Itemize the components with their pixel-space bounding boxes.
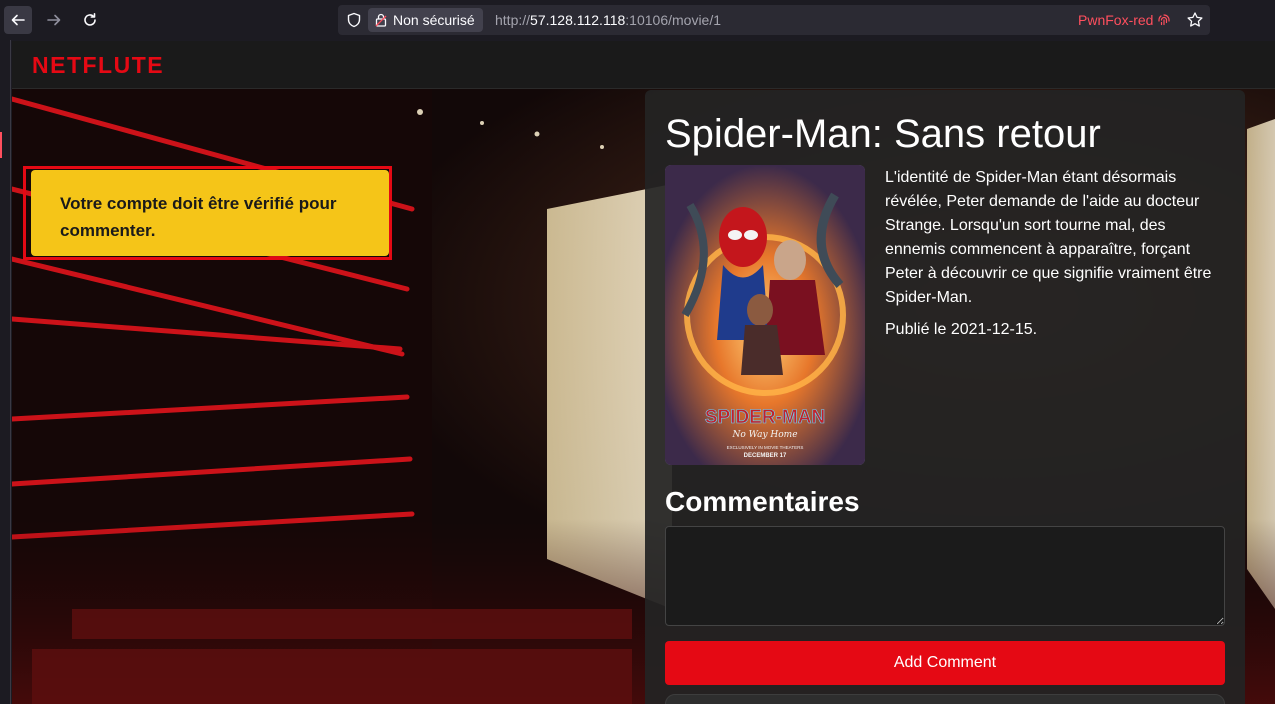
poster-tagline-text: EXCLUSIVELY IN MOVIE THEATERS: [727, 445, 804, 450]
url-host: 57.128.112.118: [530, 12, 626, 28]
sidebar-marker: [0, 132, 2, 158]
comments-heading: Commentaires: [665, 486, 860, 517]
publish-date: Publié le 2021-12-15.: [885, 321, 1038, 338]
comment-input[interactable]: [665, 526, 1225, 626]
movie-detail-panel: Spider-Man: Sans retour SPIDER-MAN No Wa…: [645, 90, 1245, 704]
fingerprint-icon: [1158, 14, 1171, 26]
arrow-left-icon: [11, 14, 25, 26]
url-bar[interactable]: Non sécurisé http://57.128.112.118:10106…: [338, 5, 1210, 35]
movie-poster: SPIDER-MAN No Way Home EXCLUSIVELY IN MO…: [665, 165, 865, 465]
page: NETFLUTE Votre compte doit être vérifié …: [12, 41, 1275, 704]
movie-title: Spider-Man: Sans retour: [665, 112, 1101, 156]
reload-icon: [84, 13, 96, 26]
poster-subtitle-text: No Way Home: [731, 430, 797, 440]
container-indicator[interactable]: PwnFox-red: [1078, 12, 1171, 28]
add-comment-button[interactable]: Add Comment: [665, 641, 1225, 685]
comment-list-item: [665, 694, 1225, 704]
browser-toolbar: Non sécurisé http://57.128.112.118:10106…: [0, 0, 1275, 40]
browser-sidebar-edge: [0, 40, 11, 704]
url-path: :10106/movie/1: [625, 12, 722, 28]
bookmark-star-icon[interactable]: [1186, 11, 1204, 29]
security-indicator[interactable]: Non sécurisé: [368, 8, 483, 32]
poster-title-text: SPIDER-MAN: [705, 407, 825, 428]
back-button[interactable]: [4, 6, 32, 34]
verification-alert: Votre compte doit être vérifié pour comm…: [31, 170, 389, 256]
movie-synopsis: L'identité de Spider-Man étant désormais…: [885, 169, 1212, 306]
url-text[interactable]: http://57.128.112.118:10106/movie/1: [495, 12, 721, 28]
reload-button[interactable]: [76, 6, 104, 34]
container-name: PwnFox-red: [1078, 12, 1154, 28]
security-label: Non sécurisé: [393, 12, 475, 28]
site-logo[interactable]: NETFLUTE: [32, 52, 164, 79]
site-header: NETFLUTE: [12, 41, 1275, 89]
arrow-right-icon: [47, 14, 61, 26]
poster-date-text: DECEMBER 17: [744, 453, 787, 459]
url-scheme: http://: [495, 12, 531, 28]
forward-button[interactable]: [40, 6, 68, 34]
alert-message: Votre compte doit être vérifié pour comm…: [60, 194, 337, 240]
shield-icon[interactable]: [346, 12, 362, 28]
broken-lock-icon: [375, 13, 387, 27]
